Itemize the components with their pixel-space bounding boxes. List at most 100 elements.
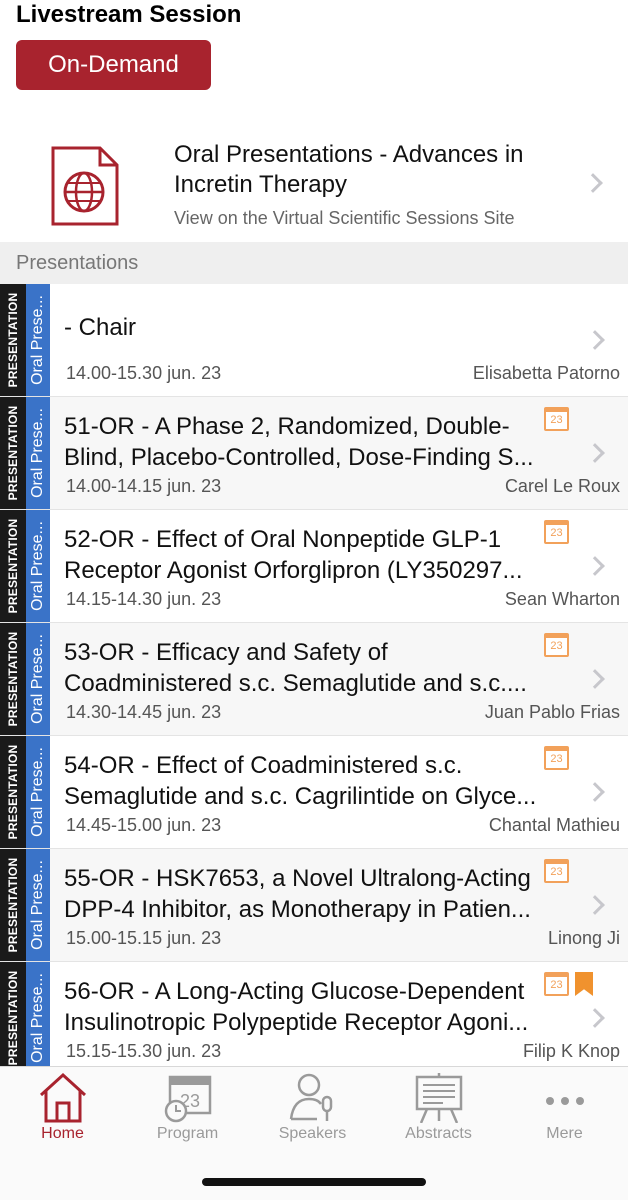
presentation-speaker[interactable]: Carel Le Roux bbox=[505, 476, 620, 497]
presentation-speaker[interactable]: Sean Wharton bbox=[505, 589, 620, 610]
page-title: Livestream Session bbox=[16, 1, 242, 28]
tab-more[interactable]: Mere bbox=[502, 1067, 627, 1153]
presentation-time: 14.15-14.30 jun. 23 bbox=[66, 589, 222, 609]
presentation-time: 14.45-15.00 jun. 23 bbox=[66, 815, 222, 835]
chevron-right-icon bbox=[585, 1008, 605, 1028]
session-tag-label: Oral Prese... bbox=[29, 521, 46, 611]
add-to-calendar-icon[interactable]: 23 bbox=[544, 746, 569, 770]
type-tag: PRESENTATION bbox=[0, 510, 26, 622]
session-tag: Oral Prese... bbox=[26, 284, 50, 396]
presentation-row[interactable]: PRESENTATION Oral Prese... 51-OR - A Phase… bbox=[0, 397, 628, 510]
type-tag: PRESENTATION bbox=[0, 849, 26, 961]
add-to-calendar-icon[interactable]: 23 bbox=[544, 972, 569, 996]
type-tag-label: PRESENTATION bbox=[6, 292, 20, 388]
title-line1: 56-OR - A Long-Acting Glucose-Dependent bbox=[64, 978, 525, 1005]
tab-speakers-label: Speakers bbox=[278, 1125, 347, 1142]
more-dots-icon bbox=[546, 1097, 584, 1105]
tab-abstracts[interactable]: Abstracts bbox=[376, 1067, 501, 1153]
add-to-calendar-icon[interactable]: 23 bbox=[544, 859, 569, 883]
chevron-right-icon bbox=[585, 895, 605, 915]
section-label: Presentations bbox=[16, 252, 139, 274]
presentation-row[interactable]: PRESENTATION Oral Prese... 52-OR - Effect … bbox=[0, 510, 628, 623]
presentation-row[interactable]: PRESENTATION Oral Prese... 53-OR - Efficac… bbox=[0, 623, 628, 736]
title-line1: 54-OR - Effect of Coadministered s.c. bbox=[64, 752, 463, 779]
title-line2: DPP-4 Inhibitor, as Monotherapy in Patie… bbox=[64, 896, 531, 923]
section-header: Presentations bbox=[0, 242, 628, 284]
chevron-right-icon bbox=[585, 330, 605, 350]
tab-program-label: Program bbox=[156, 1125, 219, 1142]
title-line2: Semaglutide and s.c. Cagrilintide on Gly… bbox=[64, 783, 537, 810]
presentation-title: 56-OR - A Long-Acting Glucose-Dependent I… bbox=[64, 976, 558, 1038]
speaker-icon bbox=[289, 1073, 333, 1121]
session-tag-label: Oral Prese... bbox=[29, 634, 46, 724]
add-to-calendar-icon[interactable]: 23 bbox=[544, 407, 569, 431]
type-tag-label: PRESENTATION bbox=[6, 405, 20, 501]
title-line2: Coadministered s.c. Semaglutide and s.c.… bbox=[64, 670, 527, 697]
type-tag-label: PRESENTATION bbox=[6, 744, 20, 840]
session-tag: Oral Prese... bbox=[26, 510, 50, 622]
on-demand-button[interactable]: On-Demand bbox=[16, 40, 211, 90]
title-line2: Receptor Agonist Orforglipron (LY350297.… bbox=[64, 557, 523, 584]
tab-home[interactable]: Home bbox=[0, 1067, 125, 1153]
presentation-speaker[interactable]: Linong Ji bbox=[548, 928, 620, 949]
title-line1: 53-OR - Efficacy and Safety of bbox=[64, 639, 388, 666]
session-title-line1: Oral Presentations - Advances in bbox=[174, 141, 524, 168]
session-tag-label: Oral Prese... bbox=[29, 295, 46, 385]
title-line1: 55-OR - HSK7653, a Novel Ultralong-Actin… bbox=[64, 865, 531, 892]
chevron-right-icon bbox=[585, 443, 605, 463]
home-indicator bbox=[202, 1178, 426, 1186]
chevron-right-icon bbox=[585, 556, 605, 576]
session-tag: Oral Prese... bbox=[26, 736, 50, 848]
title-line1: 51-OR - A Phase 2, Randomized, Double- bbox=[64, 413, 510, 440]
add-to-calendar-icon[interactable]: 23 bbox=[544, 633, 569, 657]
session-tag: Oral Prese... bbox=[26, 962, 50, 1074]
tab-more-label: Mere bbox=[546, 1125, 583, 1142]
session-title-line2: Incretin Therapy bbox=[174, 171, 347, 198]
presentation-row[interactable]: PRESENTATION Oral Prese... - Chair 14.00-15… bbox=[0, 284, 628, 397]
type-tag-label: PRESENTATION bbox=[6, 970, 20, 1066]
header: Livestream Session On-Demand bbox=[0, 0, 628, 120]
session-tag: Oral Prese... bbox=[26, 623, 50, 735]
chevron-right-icon bbox=[585, 782, 605, 802]
title-line2: Blind, Placebo-Controlled, Dose-Finding … bbox=[64, 444, 534, 471]
session-title: Oral Presentations - Advances in Increti… bbox=[174, 140, 574, 200]
calendar-clock-icon: 23 bbox=[164, 1075, 212, 1123]
home-icon bbox=[39, 1072, 87, 1123]
presentation-row[interactable]: PRESENTATION Oral Prese... 54-OR - Effect … bbox=[0, 736, 628, 849]
presentation-speaker[interactable]: Juan Pablo Frias bbox=[485, 702, 620, 723]
presentation-speaker[interactable]: Elisabetta Patorno bbox=[473, 363, 620, 384]
type-tag: PRESENTATION bbox=[0, 962, 26, 1074]
session-subtitle-link[interactable]: View on the Virtual Scientific Sessions … bbox=[174, 208, 515, 229]
presentation-title: - Chair bbox=[64, 312, 558, 343]
presentation-time: 14.00-15.30 jun. 23 bbox=[66, 363, 222, 383]
title-line2: Insulinotropic Polypeptide Receptor Agon… bbox=[64, 1009, 529, 1036]
type-tag: PRESENTATION bbox=[0, 736, 26, 848]
add-to-calendar-icon[interactable]: 23 bbox=[544, 520, 569, 544]
presentation-row[interactable]: PRESENTATION Oral Prese... 56-OR - A Long-… bbox=[0, 962, 628, 1075]
presentation-title: 53-OR - Efficacy and Safety of Coadminist… bbox=[64, 637, 558, 699]
type-tag-label: PRESENTATION bbox=[6, 518, 20, 614]
bookmark-icon[interactable] bbox=[575, 972, 593, 996]
presentation-title: 55-OR - HSK7653, a Novel Ultralong-Actin… bbox=[64, 863, 558, 925]
presentation-row[interactable]: PRESENTATION Oral Prese... 55-OR - HSK7653… bbox=[0, 849, 628, 962]
tab-abstracts-label: Abstracts bbox=[405, 1125, 472, 1142]
chevron-right-icon bbox=[583, 173, 603, 193]
presentation-time: 15.15-15.30 jun. 23 bbox=[66, 1041, 222, 1061]
presentation-time: 14.00-14.15 jun. 23 bbox=[66, 476, 222, 496]
session-tag: Oral Prese... bbox=[26, 849, 50, 961]
presentation-speaker[interactable]: Chantal Mathieu bbox=[489, 815, 620, 836]
tab-program[interactable]: 23 Program bbox=[125, 1067, 250, 1153]
chevron-right-icon bbox=[585, 669, 605, 689]
tab-speakers[interactable]: Speakers bbox=[250, 1067, 375, 1153]
presentation-speaker[interactable]: Filip K Knop bbox=[523, 1041, 620, 1062]
session-tag-label: Oral Prese... bbox=[29, 973, 46, 1063]
session-tag-label: Oral Prese... bbox=[29, 747, 46, 837]
presentation-title: 54-OR - Effect of Coadministered s.c. Sem… bbox=[64, 750, 558, 812]
session-card[interactable]: Oral Presentations - Advances in Increti… bbox=[0, 120, 628, 242]
presentation-title: 51-OR - A Phase 2, Randomized, Double- Bl… bbox=[64, 411, 558, 473]
easel-icon bbox=[415, 1073, 463, 1123]
type-tag: PRESENTATION bbox=[0, 284, 26, 396]
title-line1: 52-OR - Effect of Oral Nonpeptide GLP-1 bbox=[64, 526, 502, 553]
type-tag-label: PRESENTATION bbox=[6, 857, 20, 953]
presentation-time: 15.00-15.15 jun. 23 bbox=[66, 928, 222, 948]
